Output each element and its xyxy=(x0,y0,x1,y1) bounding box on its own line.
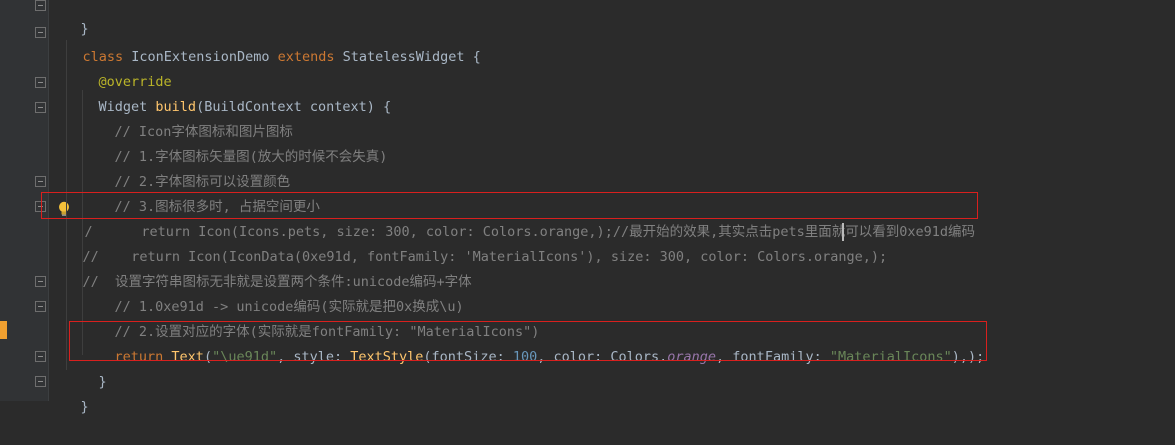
text-caret xyxy=(842,223,844,241)
vcs-change-marker[interactable] xyxy=(0,321,7,339)
highlight-box-commented-return xyxy=(41,192,978,219)
code-line: // 1.字体图标矢量图(放大的时候不会失真) xyxy=(114,149,388,165)
code-line: class IconExtensionDemo extends Stateles… xyxy=(82,49,481,65)
fold-icon[interactable] xyxy=(35,276,46,287)
fold-icon[interactable] xyxy=(35,301,46,312)
fold-icon[interactable] xyxy=(35,176,46,187)
code-line: } xyxy=(80,21,89,37)
code-line: @override xyxy=(98,74,172,90)
code-line: // return Icon(IconData(0xe91d, fontFami… xyxy=(82,249,888,265)
code-line: // 设置字符串图标无非就是设置两个条件:unicode编码+字体 xyxy=(82,274,472,290)
code-line: // 2.设置对应的字体(实际就是fontFamily: "MaterialIc… xyxy=(114,324,540,340)
code-line: // 2.字体图标可以设置颜色 xyxy=(114,174,291,190)
fold-icon[interactable] xyxy=(35,27,46,38)
highlight-box-text-return xyxy=(69,321,987,361)
code-line: // 1.0xe91d -> unicode编码(实际就是把0x换成\u) xyxy=(114,299,464,315)
fold-icon[interactable] xyxy=(35,376,46,387)
code-line: // Icon字体图标和图片图标 xyxy=(114,124,293,140)
code-line: } xyxy=(80,399,89,415)
fold-icon[interactable] xyxy=(35,77,46,88)
code-line: Widget build(BuildContext context) { xyxy=(98,99,392,115)
fold-icon[interactable] xyxy=(35,102,46,113)
fold-icon[interactable] xyxy=(35,351,46,362)
fold-icon[interactable] xyxy=(35,0,46,11)
